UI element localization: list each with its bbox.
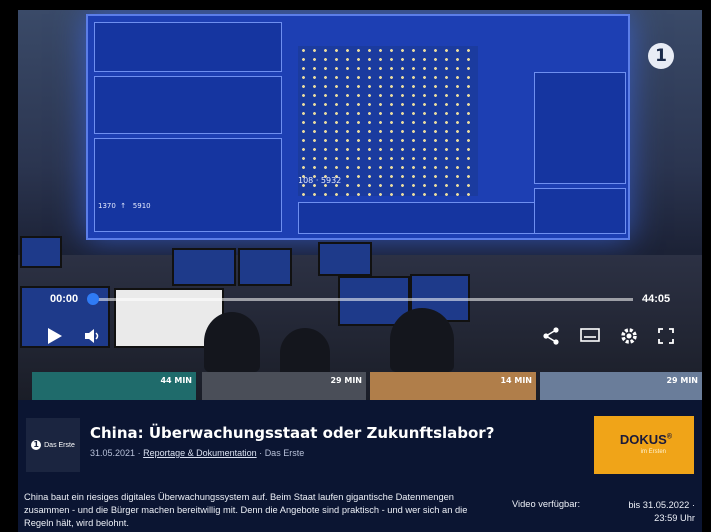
category-link[interactable]: Reportage & Dokumentation: [143, 448, 257, 458]
video-title: China: Überwachungsstaat oder Zukunftsla…: [90, 424, 495, 442]
media-page: 1370 ↑ 5910 108 · 5932 1 44 MIN 29 MIN 1…: [18, 10, 702, 532]
video-frame-person: [204, 312, 260, 372]
current-time: 00:00: [50, 293, 79, 305]
availability-line: bis 31.05.2022 ·: [628, 500, 695, 510]
video-description: China baut ein riesiges digitales Überwa…: [24, 492, 468, 528]
badge-title: DOKUS®: [619, 432, 672, 447]
share-button[interactable]: [542, 327, 560, 349]
related-video-thumbnail[interactable]: 29 MIN: [202, 372, 366, 400]
progress-handle[interactable]: [87, 293, 99, 305]
settings-button[interactable]: [620, 327, 638, 349]
share-icon: [543, 327, 559, 345]
video-frame-monitor: [318, 242, 372, 276]
fullscreen-button[interactable]: [658, 328, 674, 348]
volume-button[interactable]: [84, 328, 100, 348]
channel-logo[interactable]: 1 Das Erste: [26, 418, 80, 472]
fullscreen-icon: [658, 328, 674, 344]
meta-separator: ·: [259, 448, 263, 458]
broadcast-date: 31.05.2021: [90, 448, 136, 458]
video-frame-screen-wall: 1370 ↑ 5910 108 · 5932: [86, 14, 630, 240]
thumbnail-duration: 29 MIN: [330, 376, 362, 385]
video-player[interactable]: 1370 ↑ 5910 108 · 5932 1 44 MIN 29 MIN 1…: [18, 10, 702, 400]
related-video-thumbnail[interactable]: 44 MIN: [32, 372, 196, 400]
video-frame-monitor: [238, 248, 292, 286]
channel-logo-text: Das Erste: [44, 441, 75, 449]
ard-logo-icon: 1: [31, 440, 42, 450]
video-meta: 31.05.2021 · Reportage & Dokumentation ·…: [90, 448, 304, 458]
video-frame-monitor: [172, 248, 236, 286]
thumbnail-duration: 44 MIN: [160, 376, 192, 385]
related-video-thumbnail[interactable]: 29 MIN: [540, 372, 702, 400]
related-video-thumbnail[interactable]: 14 MIN: [370, 372, 536, 400]
availability-label: Video verfügbar:: [512, 499, 581, 509]
channel-watermark: 1: [648, 43, 674, 69]
video-frame-monitor: [20, 236, 62, 268]
availability-line: 23:59 Uhr: [654, 513, 695, 523]
video-info-panel: 1 Das Erste China: Überwachungsstaat ode…: [18, 400, 702, 532]
play-button[interactable]: [47, 327, 63, 349]
video-frame-person: [280, 328, 330, 378]
gear-icon: [621, 328, 637, 344]
meta-separator: ·: [137, 448, 141, 458]
subtitles-button[interactable]: [580, 328, 600, 348]
channel-name: Das Erste: [264, 448, 305, 458]
total-time: 44:05: [642, 293, 671, 305]
thumbnail-duration: 29 MIN: [666, 376, 698, 385]
play-icon: [48, 328, 62, 344]
thumbnail-duration: 14 MIN: [500, 376, 532, 385]
badge-subtitle: im Ersten: [640, 449, 666, 455]
dokus-badge[interactable]: DOKUS® im Ersten: [594, 416, 694, 474]
volume-icon: [85, 329, 99, 343]
video-frame-person: [390, 308, 454, 372]
progress-bar[interactable]: [93, 298, 633, 301]
availability-date: bis 31.05.2022 · 23:59 Uhr: [618, 499, 695, 525]
subtitles-icon: [580, 328, 600, 342]
